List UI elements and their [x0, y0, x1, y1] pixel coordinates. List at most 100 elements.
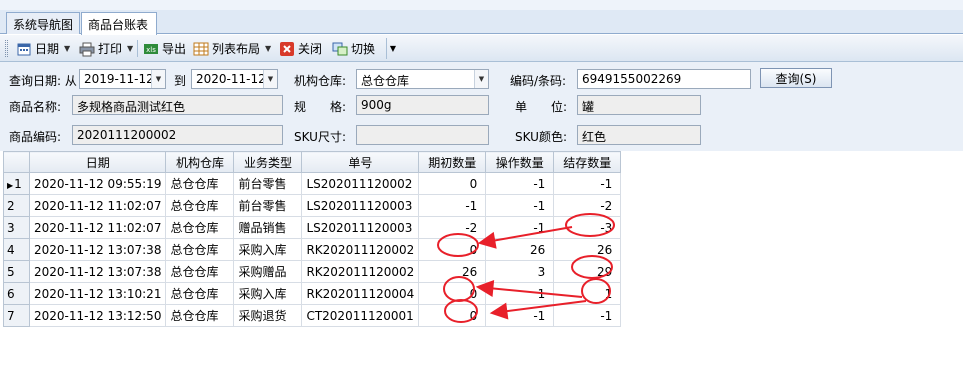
cell-balance-qty-text: -3 [600, 220, 613, 235]
cell-opening-qty: 26 [418, 260, 487, 283]
chevron-down-icon[interactable]: ▼ [474, 70, 488, 88]
column-header-type[interactable]: 业务类型 [233, 151, 303, 173]
table-row[interactable]: 2 2020-11-12 11:02:07 总仓仓库 前台零售 LS2020111200… [3, 194, 622, 217]
ledger-grid[interactable]: 日期 机构仓库 业务类型 单号 期初数量 操作数量 结存数量 ▶1 2020-11… [0, 151, 963, 382]
column-header-order-no[interactable]: 单号 [301, 151, 420, 173]
column-header-warehouse[interactable]: 机构仓库 [165, 151, 235, 173]
row-header-corner[interactable] [3, 151, 30, 173]
cell-business-type-text: 采购入库 [238, 243, 287, 257]
cell-warehouse-text: 总仓仓库 [170, 243, 219, 257]
export-button-label: 导出 [162, 42, 187, 56]
row-number[interactable]: 3 [3, 216, 30, 239]
cell-operation-qty: -1 [485, 304, 555, 327]
toolbar-overflow-chevron-icon[interactable]: ▼ [386, 38, 399, 59]
date-button[interactable]: 日期 ▼ [13, 38, 73, 59]
toolbar: 日期 ▼ 打印 ▼ xls 导出 列表布局 ▼ 关闭 切换 ▼ [0, 35, 963, 62]
cell-balance-qty: 29 [553, 260, 622, 283]
cell-warehouse: 总仓仓库 [165, 260, 235, 283]
row-number[interactable]: ▶1 [3, 172, 30, 195]
sku-color-field: 红色 [577, 125, 701, 145]
cell-date-text: 2020-11-12 09:55:19 [34, 176, 162, 191]
cell-opening-qty-text: 0 [469, 286, 478, 301]
cell-business-type-text: 前台零售 [238, 199, 287, 213]
query-button[interactable]: 查询(S) [760, 68, 832, 88]
tab-strip: 系统导航图 商品台账表 [0, 10, 963, 35]
print-button[interactable]: 打印 ▼ [76, 38, 136, 59]
product-code-field: 2020111200002 [72, 125, 283, 145]
chevron-down-icon[interactable]: ▼ [263, 70, 277, 88]
cell-order-no: LS202011120002 [301, 172, 420, 195]
date-from-picker[interactable]: 2019-11-12 ▼ [79, 69, 166, 89]
table-row[interactable]: 6 2020-11-12 13:10:21 总仓仓库 采购入库 RK2020111200… [3, 282, 622, 305]
cell-warehouse: 总仓仓库 [165, 194, 235, 217]
switch-button[interactable]: 切换 [329, 38, 378, 59]
cell-opening-qty: 0 [418, 172, 487, 195]
row-number[interactable]: 5 [3, 260, 30, 283]
cell-warehouse-text: 总仓仓库 [170, 199, 219, 213]
cell-business-type: 赠品销售 [233, 216, 303, 239]
spec-label: 规 格: [294, 100, 347, 114]
export-button[interactable]: xls 导出 [140, 38, 189, 59]
close-button[interactable]: 关闭 [276, 38, 325, 59]
barcode-label: 编码/条码: [510, 74, 567, 88]
cell-operation-qty-text: -1 [533, 308, 546, 323]
cell-date-text: 2020-11-12 13:10:21 [34, 286, 162, 301]
table-row[interactable]: ▶1 2020-11-12 09:55:19 总仓仓库 前台零售 LS202011120… [3, 172, 622, 195]
cell-opening-qty: 0 [418, 282, 487, 305]
cell-balance-qty: -3 [553, 216, 622, 239]
cell-operation-qty-text: 1 [537, 286, 546, 301]
row-number[interactable]: 4 [3, 238, 30, 261]
cell-business-type: 采购退货 [233, 304, 303, 327]
cell-warehouse: 总仓仓库 [165, 282, 235, 305]
close-icon [279, 41, 295, 57]
chevron-down-icon[interactable]: ▼ [151, 70, 165, 88]
product-name-value: 多规格商品测试红色 [77, 100, 186, 114]
barcode-input[interactable]: 6949155002269 [577, 69, 751, 89]
column-header-operation-qty[interactable]: 操作数量 [485, 151, 555, 173]
cell-order-no-text: RK202011120004 [306, 286, 415, 301]
cell-operation-qty: -1 [485, 194, 555, 217]
row-number-text: 2 [7, 198, 15, 213]
cell-order-no-text: CT202011120001 [306, 308, 414, 323]
column-header-balance-qty[interactable]: 结存数量 [553, 151, 622, 173]
table-row[interactable]: 4 2020-11-12 13:07:38 总仓仓库 采购入库 RK2020111200… [3, 238, 622, 261]
column-header-date[interactable]: 日期 [28, 151, 167, 173]
cell-opening-qty-text: 0 [469, 308, 478, 323]
cell-balance-qty-text: -1 [600, 176, 613, 191]
cell-business-type: 前台零售 [233, 194, 303, 217]
warehouse-select[interactable]: 总仓仓库 ▼ [356, 69, 489, 89]
date-to-picker[interactable]: 2020-11-12 ▼ [191, 69, 278, 89]
list-layout-button[interactable]: 列表布局 ▼ [190, 38, 274, 59]
row-number-text: 7 [7, 308, 15, 323]
table-row[interactable]: 3 2020-11-12 11:02:07 总仓仓库 赠品销售 LS2020111200… [3, 216, 622, 239]
cell-balance-qty-text: 29 [597, 264, 613, 279]
table-layout-icon [193, 41, 209, 57]
row-number[interactable]: 2 [3, 194, 30, 217]
toolbar-grip[interactable] [5, 40, 8, 57]
column-header-opening-qty[interactable]: 期初数量 [418, 151, 487, 173]
cell-business-type: 采购入库 [233, 282, 303, 305]
cell-date: 2020-11-12 13:10:21 [28, 282, 167, 305]
cell-operation-qty-text: 26 [530, 242, 546, 257]
cell-date-text: 2020-11-12 13:07:38 [34, 264, 162, 279]
cell-order-no: RK202011120002 [301, 260, 420, 283]
tab-system-nav[interactable]: 系统导航图 [6, 12, 80, 34]
cell-balance-qty-text: -2 [600, 198, 613, 213]
cell-opening-qty: -1 [418, 194, 487, 217]
grid-header-row: 日期 机构仓库 业务类型 单号 期初数量 操作数量 结存数量 [3, 151, 622, 173]
chevron-down-icon: ▼ [265, 44, 272, 53]
cell-order-no-text: RK202011120002 [306, 242, 415, 257]
row-number[interactable]: 6 [3, 282, 30, 305]
cell-order-no-text: LS202011120003 [306, 220, 413, 235]
table-row[interactable]: 7 2020-11-12 13:12:50 总仓仓库 采购退货 CT2020111200… [3, 304, 622, 327]
warehouse-value: 总仓仓库 [361, 74, 410, 88]
table-row[interactable]: 5 2020-11-12 13:07:38 总仓仓库 采购赠品 RK2020111200… [3, 260, 622, 283]
tab-product-ledger[interactable]: 商品台账表 [81, 12, 157, 35]
row-number[interactable]: 7 [3, 304, 30, 327]
cell-operation-qty: 26 [485, 238, 555, 261]
cell-operation-qty-text: -1 [533, 176, 546, 191]
main-menu-bar[interactable] [0, 0, 963, 10]
cell-date: 2020-11-12 09:55:19 [28, 172, 167, 195]
query-date-label: 查询日期: 从 [9, 74, 77, 88]
cell-opening-qty: -2 [418, 216, 487, 239]
